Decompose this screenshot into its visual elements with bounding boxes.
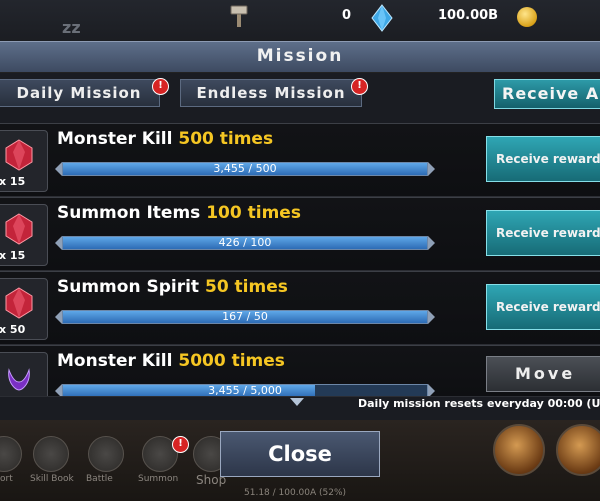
reward-slot: [0, 352, 48, 396]
close-button[interactable]: Close: [220, 431, 380, 477]
nav-label-summon: Summon: [138, 474, 179, 484]
hammer-count: 0: [342, 8, 352, 23]
progress-text: 3,455 / 500: [213, 162, 277, 175]
mission-title: Monster Kill 5000 times: [57, 351, 285, 371]
bar-right-cap: [428, 162, 435, 176]
mission-target: 100 times: [206, 203, 301, 223]
bar-left-cap: [55, 162, 62, 176]
receive-reward-button[interactable]: Receive reward: [486, 136, 600, 182]
progress-text: 426 / 100: [218, 236, 272, 249]
mission-header: Mission: [0, 41, 600, 73]
nav-label-skill-book: Skill Book: [30, 474, 74, 484]
bar-right-cap: [428, 236, 435, 250]
receive-reward-button[interactable]: Receive reward: [486, 210, 600, 256]
mission-name: Summon Spirit: [57, 277, 200, 297]
ruby-icon: [5, 213, 33, 245]
reward-slot: x 50: [0, 278, 48, 340]
receive-reward-button[interactable]: Receive reward: [486, 284, 600, 330]
mission-name: Summon Items: [57, 203, 201, 223]
gold-amount: 100.00B: [438, 8, 499, 23]
endless-alert-badge: !: [351, 78, 368, 95]
reset-note: Daily mission resets everyday 00:00 (UTC…: [358, 397, 600, 410]
daily-alert-badge: !: [152, 78, 169, 95]
tab-endless-mission[interactable]: Endless Mission: [180, 79, 362, 107]
bar-right-cap: [428, 310, 435, 324]
mission-target: 5000 times: [178, 351, 285, 371]
reward-quantity: x 50: [0, 323, 26, 336]
mission-row: x 50 Summon Spirit 50 times 167 / 50 Rec…: [0, 271, 600, 345]
lock-icon[interactable]: [33, 436, 69, 472]
progress-bar: 3,455 / 5,000: [62, 384, 428, 397]
move-button[interactable]: Move: [486, 356, 600, 392]
page-title: Mission: [256, 46, 344, 66]
crossed-swords-icon[interactable]: [88, 436, 124, 472]
bar-right-cap: [428, 384, 435, 396]
hammer-icon: [230, 5, 248, 27]
bar-left-cap: [55, 236, 62, 250]
nav-label-battle: Battle: [86, 474, 113, 484]
mission-row: x 15 Monster Kill 500 times 3,455 / 500 …: [0, 123, 600, 197]
progress-bar: 3,455 / 500: [62, 162, 428, 176]
nav-label-export: ort: [0, 474, 13, 484]
exp-status: 51.18 / 100.00A (52%): [244, 488, 347, 498]
bar-left-cap: [55, 310, 62, 324]
purple-horn-icon: [8, 368, 30, 391]
mission-row: Monster Kill 5000 times 3,455 / 5,000 Mo…: [0, 345, 600, 397]
summon-alert-badge: !: [172, 436, 189, 453]
progress-bar: 426 / 100: [62, 236, 428, 250]
mission-target: 50 times: [204, 277, 288, 297]
progress-text: 167 / 50: [222, 310, 268, 323]
mission-name: Monster Kill: [57, 351, 173, 371]
reward-slot: x 15: [0, 130, 48, 192]
skill-orb-icon[interactable]: [556, 424, 600, 476]
mission-target: 500 times: [178, 129, 274, 149]
gold-coin-icon: [517, 7, 537, 27]
progress-text: 3,455 / 5,000: [208, 384, 282, 397]
receive-all-button[interactable]: Receive All: [494, 79, 600, 109]
ruby-icon: [5, 139, 33, 171]
mission-title: Monster Kill 500 times: [57, 129, 273, 149]
tab-daily-mission[interactable]: Daily Mission: [0, 79, 160, 107]
scroll-down-icon[interactable]: [290, 398, 304, 406]
mission-name: Monster Kill: [57, 129, 173, 149]
resource-bar: zz 0 100.00B: [0, 0, 600, 42]
diamond-icon: [371, 4, 393, 32]
mission-row: x 15 Summon Items 100 times 426 / 100 Re…: [0, 197, 600, 271]
skill-orb-icon[interactable]: [493, 424, 545, 476]
ruby-icon: [5, 287, 33, 319]
sleep-icon: zz: [62, 18, 81, 37]
mission-title: Summon Items 100 times: [57, 203, 301, 223]
progress-bar: 167 / 50: [62, 310, 428, 324]
reward-quantity: x 15: [0, 249, 26, 262]
reward-quantity: x 15: [0, 175, 26, 188]
reward-slot: x 15: [0, 204, 48, 266]
bar-left-cap: [55, 384, 62, 396]
mission-title: Summon Spirit 50 times: [57, 277, 288, 297]
